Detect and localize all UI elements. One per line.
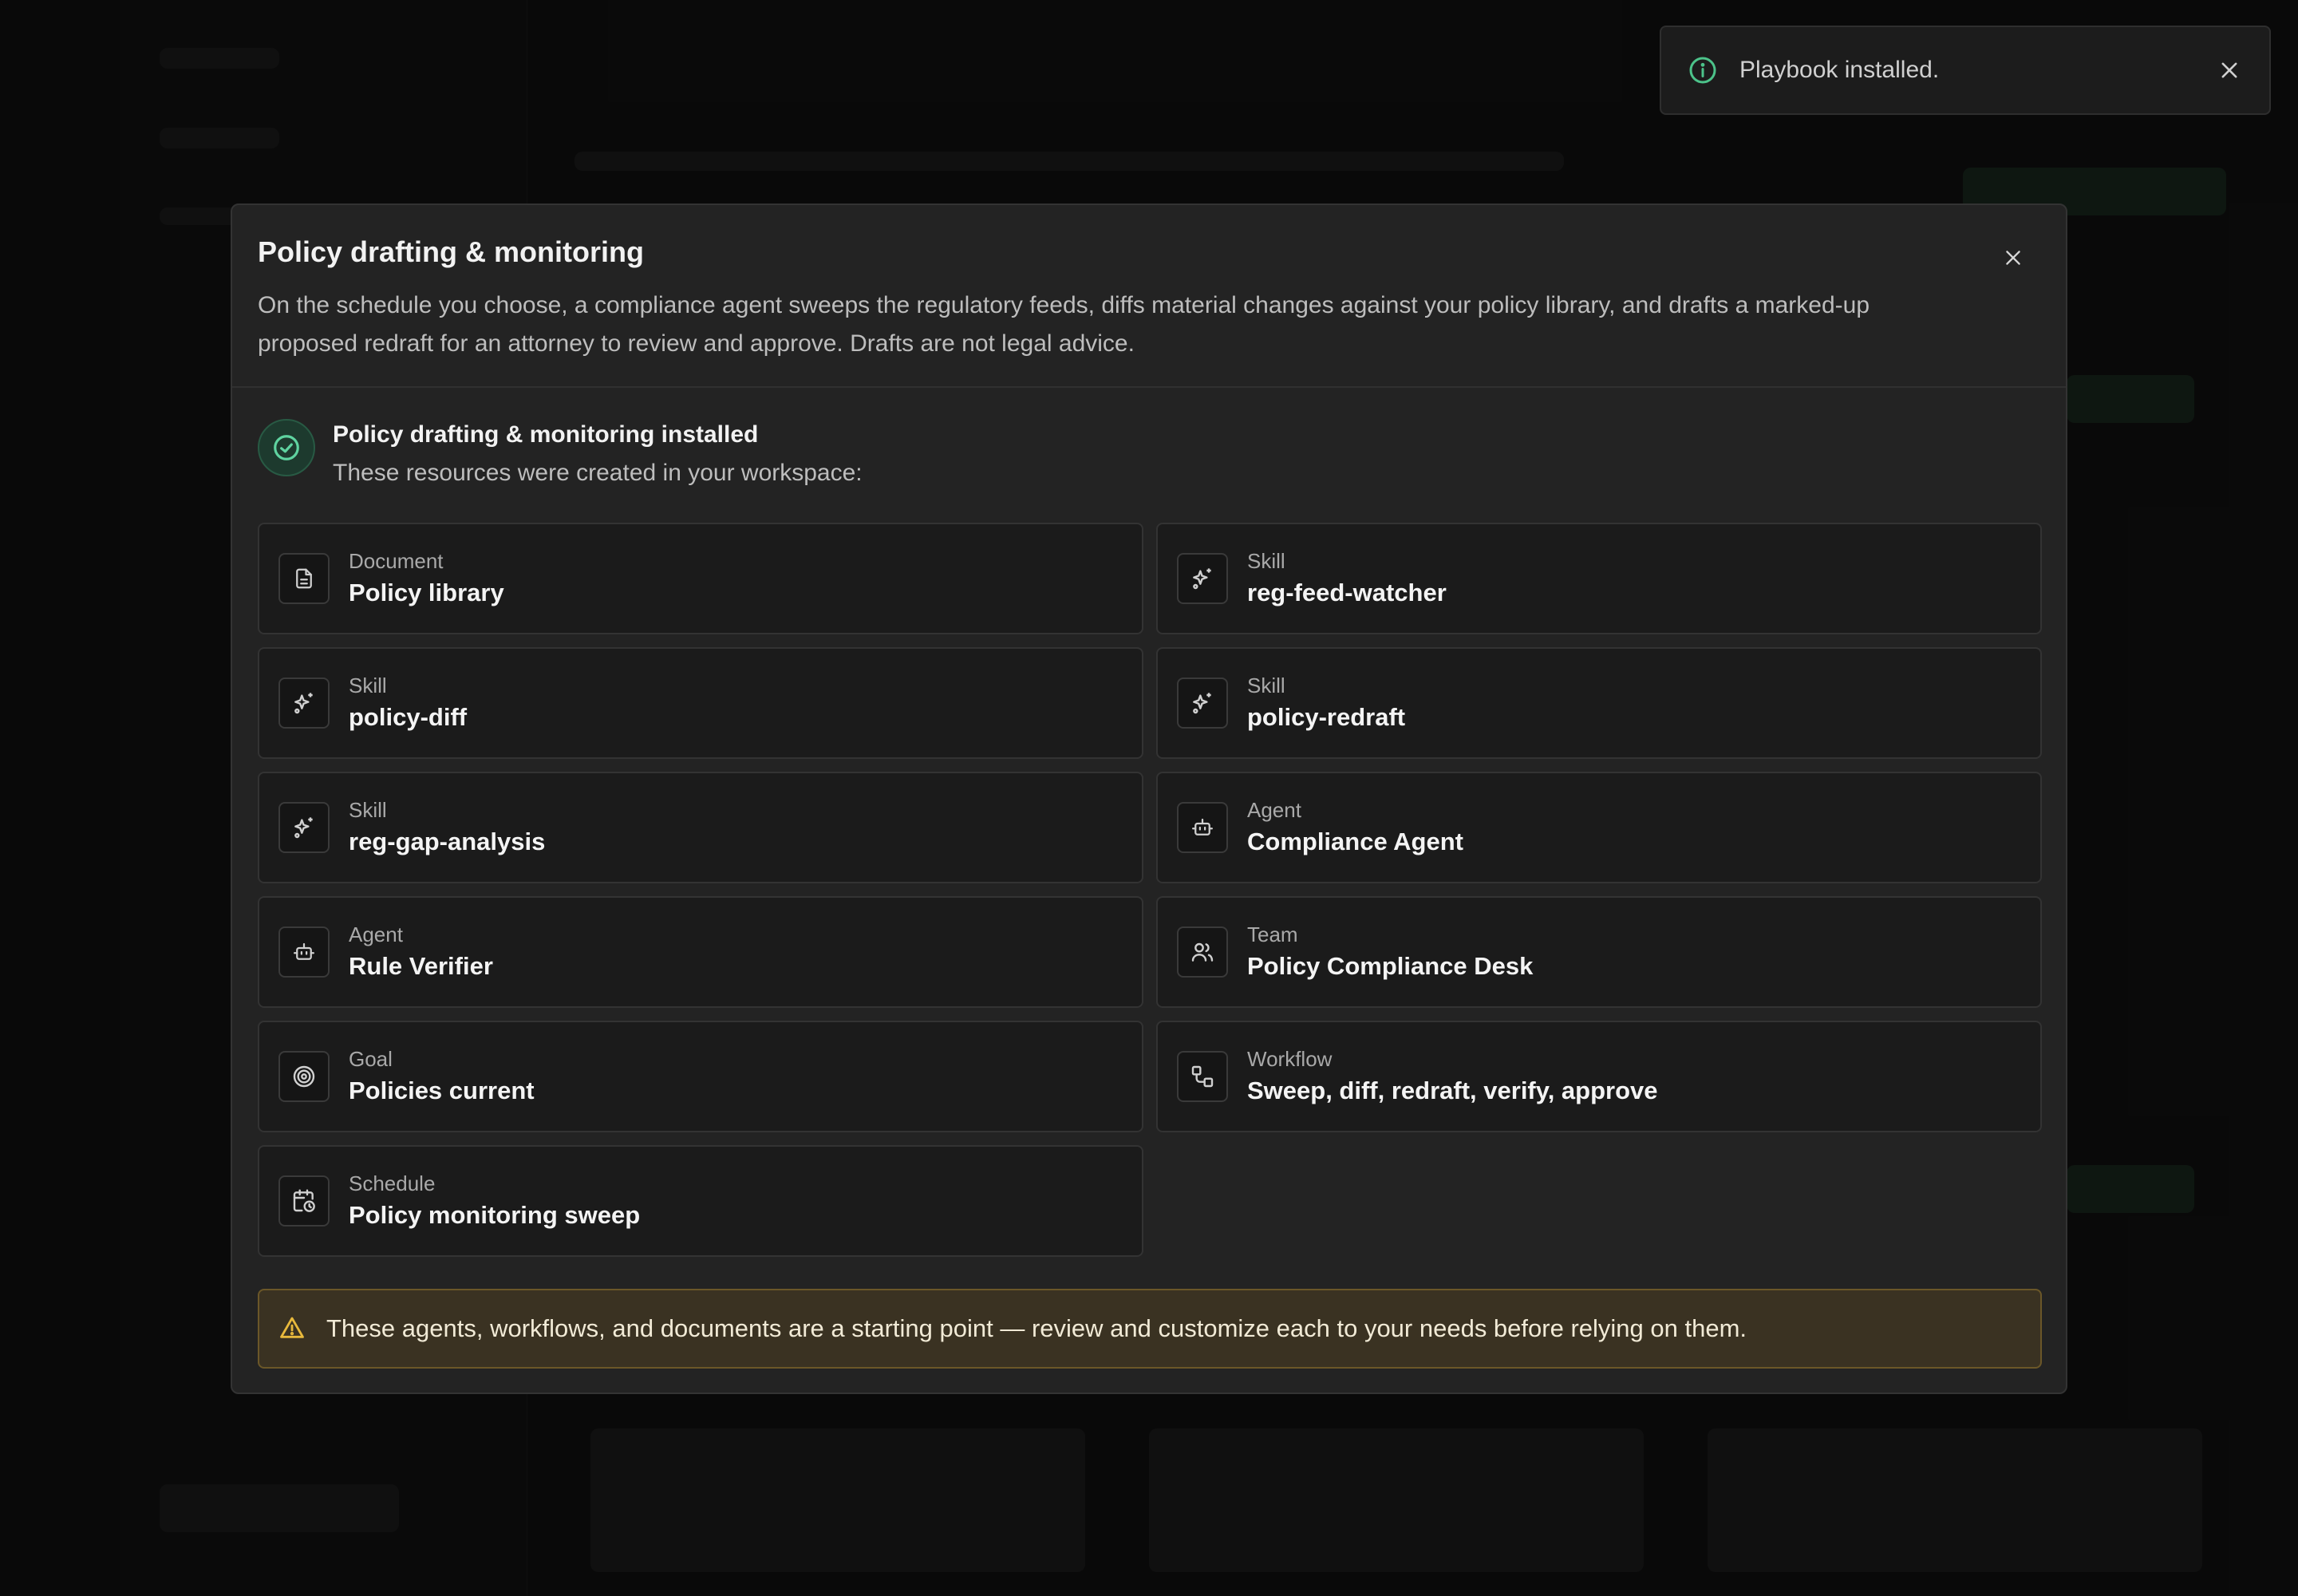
resource-name: policy-diff bbox=[349, 703, 468, 731]
resource-name: Compliance Agent bbox=[1247, 828, 1463, 855]
warning-banner: These agents, workflows, and documents a… bbox=[258, 1289, 2042, 1369]
install-status-title: Policy drafting & monitoring installed bbox=[333, 421, 759, 448]
check-circle-icon bbox=[258, 419, 315, 476]
resource-card[interactable]: Skill reg-feed-watcher bbox=[1156, 523, 2042, 634]
resource-type: Skill bbox=[1247, 549, 1285, 573]
document-icon bbox=[278, 553, 330, 604]
resource-name: Policy library bbox=[349, 579, 504, 606]
dialog-header: Policy drafting & monitoring On the sche… bbox=[232, 205, 2066, 388]
resource-card[interactable]: Skill reg-gap-analysis bbox=[258, 772, 1143, 883]
workflow-icon bbox=[1177, 1051, 1228, 1102]
resource-card[interactable]: Team Policy Compliance Desk bbox=[1156, 896, 2042, 1008]
close-icon bbox=[2221, 62, 2237, 78]
calendar-clock-icon bbox=[278, 1175, 330, 1227]
bot-icon bbox=[278, 926, 330, 978]
toast-close-button[interactable] bbox=[2213, 54, 2245, 86]
install-status-subtitle: These resources were created in your wor… bbox=[333, 460, 863, 486]
resource-type: Workflow bbox=[1247, 1047, 1333, 1071]
resource-type: Goal bbox=[349, 1047, 393, 1071]
resource-card[interactable]: Goal Policies current bbox=[258, 1021, 1143, 1132]
target-icon bbox=[278, 1051, 330, 1102]
resource-name: policy-redraft bbox=[1247, 703, 1406, 731]
resource-name: reg-gap-analysis bbox=[349, 828, 546, 855]
dialog-close-button[interactable] bbox=[1996, 240, 2031, 275]
info-icon bbox=[1688, 56, 1717, 85]
toast-notification: Playbook installed. bbox=[1660, 26, 2271, 115]
resource-name: Policy monitoring sweep bbox=[349, 1201, 641, 1229]
bot-icon bbox=[1177, 802, 1228, 853]
sparkle-icon bbox=[1177, 678, 1228, 729]
dialog-title: Policy drafting & monitoring bbox=[258, 235, 644, 268]
users-icon bbox=[1177, 926, 1228, 978]
resource-card[interactable]: Schedule Policy monitoring sweep bbox=[258, 1145, 1143, 1257]
resource-card[interactable]: Agent Compliance Agent bbox=[1156, 772, 2042, 883]
resource-type: Agent bbox=[349, 922, 403, 946]
resource-type: Document bbox=[349, 549, 444, 573]
resource-type: Skill bbox=[349, 674, 387, 697]
sparkle-icon bbox=[1177, 553, 1228, 604]
warning-triangle-icon bbox=[278, 1314, 307, 1343]
close-icon bbox=[2006, 251, 2020, 265]
resource-card[interactable]: Document Policy library bbox=[258, 523, 1143, 634]
sparkle-icon bbox=[278, 802, 330, 853]
resource-name: Policy Compliance Desk bbox=[1247, 952, 1534, 980]
resource-card[interactable]: Skill policy-diff bbox=[258, 647, 1143, 759]
toast-message: Playbook installed. bbox=[1739, 57, 1940, 83]
resource-card[interactable]: Workflow Sweep, diff, redraft, verify, ap… bbox=[1156, 1021, 2042, 1132]
resource-card[interactable]: Skill policy-redraft bbox=[1156, 647, 2042, 759]
sparkle-icon bbox=[278, 678, 330, 729]
resource-type: Team bbox=[1247, 922, 1298, 946]
playbook-dialog: Policy drafting & monitoring On the sche… bbox=[231, 203, 2067, 1394]
resource-type: Agent bbox=[1247, 798, 1301, 822]
install-status: Policy drafting & monitoring installed T… bbox=[258, 416, 863, 492]
warning-text: These agents, workflows, and documents a… bbox=[326, 1314, 1747, 1342]
resource-name: Policies current bbox=[349, 1077, 535, 1104]
resource-name: Rule Verifier bbox=[349, 952, 493, 980]
resource-name: Sweep, diff, redraft, verify, approve bbox=[1247, 1077, 1658, 1104]
resource-name: reg-feed-watcher bbox=[1247, 579, 1447, 606]
resource-card[interactable]: Agent Rule Verifier bbox=[258, 896, 1143, 1008]
resource-type: Skill bbox=[349, 798, 387, 822]
dialog-description: On the schedule you choose, a compliance… bbox=[258, 292, 1870, 357]
resource-type: Schedule bbox=[349, 1171, 436, 1195]
resource-type: Skill bbox=[1247, 674, 1285, 697]
